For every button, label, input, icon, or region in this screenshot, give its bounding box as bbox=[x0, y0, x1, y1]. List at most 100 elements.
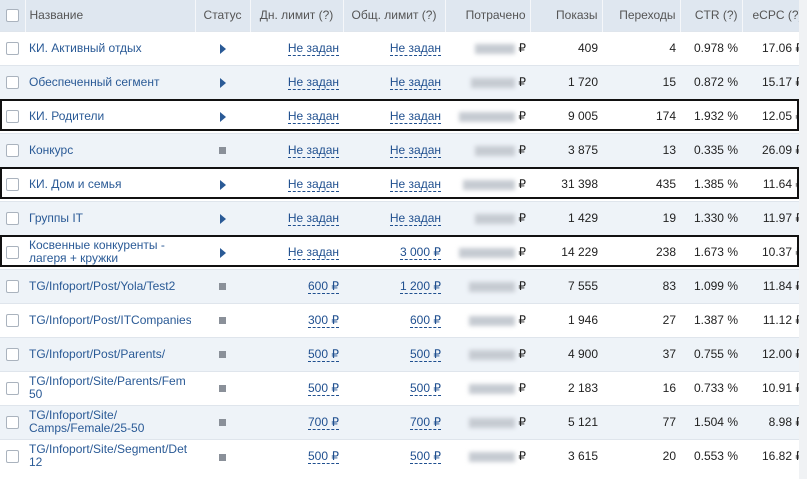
stop-icon[interactable] bbox=[219, 385, 226, 393]
campaign-name[interactable]: КИ. Активный отдых bbox=[29, 42, 191, 55]
total-limit-link[interactable]: 700 ₽ bbox=[410, 415, 441, 430]
row-select-cell[interactable] bbox=[0, 30, 25, 65]
campaign-name-cell[interactable]: TG/Infoport/Site/ Camps/Female/25-50 bbox=[25, 404, 195, 439]
table-row[interactable]: TG/Infoport/Site/Parents/Fem 50 500 ₽ 500 … bbox=[0, 370, 807, 405]
column-header-daily-limit[interactable]: Дн. лимит (?) bbox=[250, 0, 344, 31]
campaign-name[interactable]: Обеспеченный сегмент bbox=[29, 76, 191, 89]
daily-limit-link[interactable]: Не задан bbox=[287, 75, 339, 90]
table-row[interactable]: TG/Infoport/Post/Yola/Test2 600 ₽1 200 ₽ … bbox=[0, 268, 807, 303]
table-row[interactable]: Обеспеченный сегмент Не задан Не задан ₽1 … bbox=[0, 64, 807, 99]
row-select-cell[interactable] bbox=[0, 64, 25, 99]
campaign-name-cell[interactable]: Группы IT bbox=[25, 200, 195, 235]
select-all-checkbox[interactable] bbox=[5, 9, 19, 23]
campaign-name[interactable]: Группы IT bbox=[29, 212, 191, 225]
row-checkbox[interactable] bbox=[6, 382, 19, 396]
campaign-name-cell[interactable]: КИ. Дом и семья bbox=[25, 166, 195, 201]
status-cell[interactable] bbox=[195, 166, 250, 201]
row-select-cell[interactable] bbox=[0, 370, 25, 405]
column-header-name[interactable]: Название bbox=[25, 0, 196, 31]
total-limit-link[interactable]: 500 ₽ bbox=[410, 381, 441, 396]
campaign-name-cell[interactable]: TG/Infoport/Post/Yola/Test2 bbox=[25, 268, 195, 303]
status-cell[interactable] bbox=[195, 404, 250, 439]
status-cell[interactable] bbox=[195, 132, 250, 167]
daily-limit-link[interactable]: 700 ₽ bbox=[308, 415, 339, 430]
campaign-name-cell[interactable]: Конкурс bbox=[25, 132, 195, 167]
row-checkbox[interactable] bbox=[6, 178, 19, 192]
row-select-cell[interactable] bbox=[0, 336, 25, 371]
daily-limit-link[interactable]: 500 ₽ bbox=[308, 347, 339, 362]
campaign-name[interactable]: TG/Infoport/Post/ITCompanies bbox=[29, 314, 191, 327]
total-limit-link[interactable]: Не задан bbox=[389, 41, 441, 56]
table-row[interactable]: КИ. Дом и семья Не задан Не задан ₽31 398 4… bbox=[0, 166, 807, 201]
column-header-spent[interactable]: Потрачено bbox=[445, 0, 531, 31]
daily-limit-link[interactable]: Не задан bbox=[287, 211, 339, 226]
row-checkbox[interactable] bbox=[6, 450, 19, 464]
column-header-clicks[interactable]: Переходы bbox=[602, 0, 681, 31]
table-row[interactable]: Конкурс Не задан Не задан ₽3 875 13 0.335 % 2… bbox=[0, 132, 807, 167]
campaign-name-cell[interactable]: TG/Infoport/Post/Parents/ bbox=[25, 336, 195, 371]
status-cell[interactable] bbox=[195, 370, 250, 405]
row-checkbox[interactable] bbox=[6, 42, 19, 56]
campaign-name[interactable]: TG/Infoport/Post/Yola/Test2 bbox=[29, 280, 191, 293]
campaign-name[interactable]: КИ. Родители bbox=[29, 110, 191, 123]
row-checkbox[interactable] bbox=[6, 348, 19, 362]
daily-limit-link[interactable]: 300 ₽ bbox=[308, 313, 339, 328]
stop-icon[interactable] bbox=[219, 317, 226, 325]
play-icon[interactable] bbox=[219, 179, 226, 190]
row-select-cell[interactable] bbox=[0, 302, 25, 337]
play-icon[interactable] bbox=[219, 247, 226, 258]
status-cell[interactable] bbox=[195, 268, 250, 303]
row-checkbox[interactable] bbox=[6, 110, 19, 124]
campaign-name[interactable]: TG/Infoport/Site/Segment/Det 12 bbox=[29, 443, 191, 469]
campaign-name[interactable]: TG/Infoport/Site/ Camps/Female/25-50 bbox=[29, 409, 191, 435]
table-row[interactable]: КИ. Активный отдых Не задан Не задан ₽409 4… bbox=[0, 30, 807, 65]
status-cell[interactable] bbox=[195, 438, 250, 473]
status-cell[interactable] bbox=[195, 234, 250, 269]
daily-limit-link[interactable]: 500 ₽ bbox=[308, 381, 339, 396]
campaign-name-cell[interactable]: TG/Infoport/Post/ITCompanies bbox=[25, 302, 195, 337]
daily-limit-link[interactable]: Не задан bbox=[287, 245, 339, 260]
total-limit-link[interactable]: Не задан bbox=[389, 75, 441, 90]
daily-limit-link[interactable]: Не задан bbox=[287, 109, 339, 124]
stop-icon[interactable] bbox=[219, 351, 226, 359]
daily-limit-link[interactable]: 600 ₽ bbox=[308, 279, 339, 294]
row-select-cell[interactable] bbox=[0, 438, 25, 473]
row-select-cell[interactable] bbox=[0, 234, 25, 269]
stop-icon[interactable] bbox=[219, 453, 226, 461]
table-row[interactable]: TG/Infoport/Site/ Camps/Female/25-50 700 … bbox=[0, 404, 807, 439]
total-limit-link[interactable]: Не задан bbox=[389, 177, 441, 192]
table-row[interactable]: TG/Infoport/Site/Segment/Det 12 500 ₽ 500 … bbox=[0, 438, 807, 473]
campaign-name[interactable]: Косвенные конкуренты - лагеря + кружки bbox=[29, 239, 191, 265]
campaign-name[interactable]: Конкурс bbox=[29, 144, 191, 157]
row-checkbox[interactable] bbox=[6, 246, 19, 260]
status-cell[interactable] bbox=[195, 98, 250, 133]
row-checkbox[interactable] bbox=[6, 416, 19, 430]
daily-limit-link[interactable]: Не задан bbox=[287, 41, 339, 56]
row-select-cell[interactable] bbox=[0, 98, 25, 133]
total-limit-link[interactable]: 3 000 ₽ bbox=[400, 245, 441, 260]
daily-limit-link[interactable]: 500 ₽ bbox=[308, 449, 339, 465]
status-cell[interactable] bbox=[195, 302, 250, 337]
campaign-name-cell[interactable]: TG/Infoport/Site/Parents/Fem 50 bbox=[25, 370, 195, 405]
play-icon[interactable] bbox=[219, 213, 226, 224]
status-cell[interactable] bbox=[195, 336, 250, 371]
campaign-name-cell[interactable]: TG/Infoport/Site/Segment/Det 12 bbox=[25, 438, 195, 473]
total-limit-link[interactable]: 500 ₽ bbox=[410, 347, 441, 362]
stop-icon[interactable] bbox=[219, 419, 226, 427]
table-row[interactable]: TG/Infoport/Post/Parents/500 ₽ 500 ₽ ₽4 9… bbox=[0, 336, 807, 371]
select-all-cell[interactable] bbox=[0, 0, 26, 31]
row-select-cell[interactable] bbox=[0, 404, 25, 439]
column-header-impressions[interactable]: Показы bbox=[530, 0, 603, 31]
total-limit-link[interactable]: Не задан bbox=[389, 211, 441, 226]
row-select-cell[interactable] bbox=[0, 166, 25, 201]
total-limit-link[interactable]: Не задан bbox=[389, 143, 441, 158]
play-icon[interactable] bbox=[219, 111, 226, 122]
table-row[interactable]: КИ. Родители Не задан Не задан ₽9 005 174 1.… bbox=[0, 98, 807, 133]
table-row[interactable]: Косвенные конкуренты - лагеря + кружки Не… bbox=[0, 234, 807, 269]
play-icon[interactable] bbox=[219, 43, 226, 54]
stop-icon[interactable] bbox=[219, 147, 226, 155]
table-row[interactable]: TG/Infoport/Post/ITCompanies 300 ₽ 600 ₽ ₽… bbox=[0, 302, 807, 337]
total-limit-link[interactable]: 1 200 ₽ bbox=[400, 279, 441, 294]
status-cell[interactable] bbox=[195, 200, 250, 235]
campaign-name-cell[interactable]: КИ. Активный отдых bbox=[25, 30, 195, 65]
